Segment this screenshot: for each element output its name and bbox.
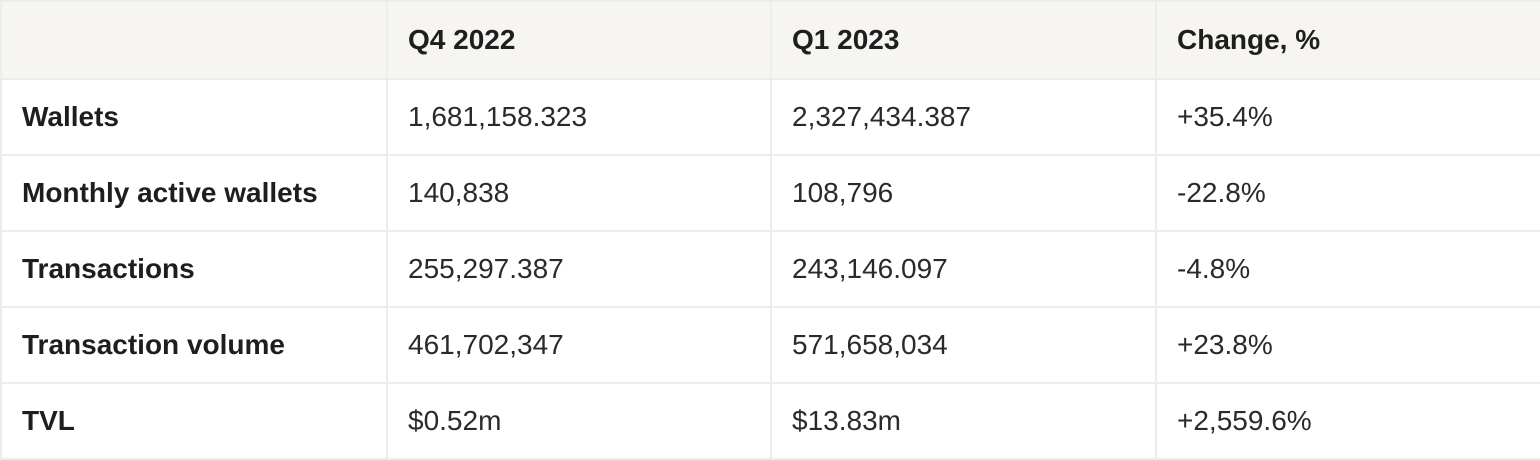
header-cell-metric (0, 0, 388, 80)
header-cell-q4-2022: Q4 2022 (386, 0, 772, 80)
cell-q4-2022: 140,838 (386, 154, 772, 232)
cell-change: -22.8% (1155, 154, 1540, 232)
table-row: Monthly active wallets 140,838 108,796 -… (0, 154, 1540, 232)
row-label: TVL (0, 382, 388, 460)
cell-q4-2022: 255,297.387 (386, 230, 772, 308)
metrics-table: Q4 2022 Q1 2023 Change, % Wallets 1,681,… (0, 0, 1540, 460)
header-cell-q1-2023: Q1 2023 (770, 0, 1157, 80)
cell-q1-2023: 571,658,034 (770, 306, 1157, 384)
cell-q1-2023: 108,796 (770, 154, 1157, 232)
cell-change: -4.8% (1155, 230, 1540, 308)
cell-q1-2023: $13.83m (770, 382, 1157, 460)
row-label: Transactions (0, 230, 388, 308)
header-row: Q4 2022 Q1 2023 Change, % (0, 0, 1540, 80)
table-row: Wallets 1,681,158.323 2,327,434.387 +35.… (0, 78, 1540, 156)
table-row: Transactions 255,297.387 243,146.097 -4.… (0, 230, 1540, 308)
table-header: Q4 2022 Q1 2023 Change, % (0, 0, 1540, 80)
cell-q4-2022: 1,681,158.323 (386, 78, 772, 156)
row-label: Wallets (0, 78, 388, 156)
table-row: Transaction volume 461,702,347 571,658,0… (0, 306, 1540, 384)
cell-change: +23.8% (1155, 306, 1540, 384)
table-row: TVL $0.52m $13.83m +2,559.6% (0, 382, 1540, 460)
cell-change: +2,559.6% (1155, 382, 1540, 460)
cell-change: +35.4% (1155, 78, 1540, 156)
metrics-table-container: Q4 2022 Q1 2023 Change, % Wallets 1,681,… (0, 0, 1540, 460)
row-label: Transaction volume (0, 306, 388, 384)
row-label: Monthly active wallets (0, 154, 388, 232)
table-body: Wallets 1,681,158.323 2,327,434.387 +35.… (0, 78, 1540, 460)
header-cell-change: Change, % (1155, 0, 1540, 80)
cell-q1-2023: 2,327,434.387 (770, 78, 1157, 156)
cell-q1-2023: 243,146.097 (770, 230, 1157, 308)
cell-q4-2022: 461,702,347 (386, 306, 772, 384)
cell-q4-2022: $0.52m (386, 382, 772, 460)
